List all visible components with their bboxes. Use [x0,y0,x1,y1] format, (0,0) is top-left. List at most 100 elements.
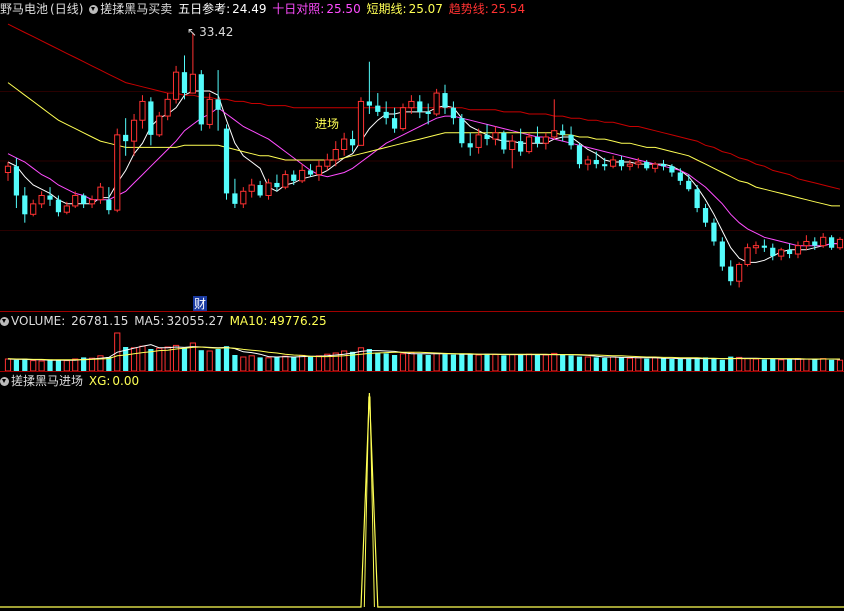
candle-99 [836,237,844,250]
ref5-value: 24.49 [232,2,267,16]
candle-body-2 [22,195,28,215]
candle-25 [215,70,221,131]
candle-body-32 [274,182,280,188]
candle-29 [248,178,255,198]
ref10-value: 25.50 [326,2,361,16]
volume-bar-3 [30,360,37,371]
candle-body-95 [803,240,810,247]
candle-64 [542,132,549,150]
candle-16 [139,95,146,129]
finance-marker[interactable]: 财 [193,296,208,312]
volume-bar-60 [509,354,516,371]
candle-47 [399,103,407,131]
volume-bar-51 [433,352,440,371]
volume-bar-53 [450,354,457,371]
candle-body-80 [677,172,683,181]
volume-bar-79 [669,359,675,371]
candle-body-45 [383,111,389,119]
candle-40 [341,132,348,156]
candle-body-24 [206,98,213,125]
candle-body-31 [265,182,272,196]
candle-body-22 [189,73,196,94]
candle-44 [375,93,381,117]
volume-bar-82 [694,357,700,371]
volume-bar-75 [635,357,642,371]
volume-bar-4 [38,360,45,371]
candle-68 [576,143,583,169]
volume-bar-95 [803,358,810,371]
volume-bar-28 [240,356,247,371]
volume-bar-72 [609,356,617,371]
short-value: 25.07 [408,2,443,16]
volume-bar-48 [408,352,415,371]
volume-bar-93 [786,359,793,371]
volume-bar-81 [686,359,692,371]
candle-67 [568,126,574,150]
volume-bar-88 [744,358,751,371]
volume-bar-91 [770,359,776,371]
xg-signal-line [0,392,844,608]
candlestick-chart[interactable] [0,0,844,311]
candle-97 [820,233,827,248]
stock-name[interactable]: 野马电池 [0,2,48,16]
volume-bar-27 [232,355,238,371]
indicator-name[interactable]: 搓揉黑马买卖 [100,2,172,16]
volume-bar-37 [315,355,323,371]
volume-chart[interactable] [0,311,844,371]
short-label: 短期线: [366,2,407,16]
candle-5 [47,187,53,206]
candle-body-86 [728,266,734,282]
candle-body-66 [560,130,566,135]
candle-body-23 [198,74,204,125]
candle-2 [22,187,28,223]
candle-body-70 [593,159,599,165]
period-label[interactable]: (日线) [50,2,83,16]
candle-body-33 [282,174,289,188]
candle-84 [711,218,717,246]
candle-93 [786,243,793,259]
candle-15 [130,113,138,156]
candle-55 [467,132,473,156]
volume-bar-33 [282,355,289,371]
candle-87 [736,262,743,288]
candle-10 [88,195,96,209]
candle-body-43 [366,101,372,106]
volume-bar-74 [626,357,634,371]
volume-bar-30 [257,357,263,371]
main-header: 野马电池 (日线) 搓揉黑马买卖 五日参考: 24.49 十日对照: 25.50 短期… [0,1,527,17]
candle-body-96 [812,241,818,246]
candle-body-27 [232,193,238,204]
volume-bar-24 [206,350,213,371]
candle-45 [383,101,389,125]
candle-17 [148,97,154,146]
entry-label: 进场 [315,117,340,131]
candle-35 [299,164,306,183]
volume-bar-56 [475,354,482,371]
signal-chart[interactable] [0,371,844,611]
candle-body-4 [38,194,45,205]
ma-line-2 [7,82,840,207]
candle-body-59 [501,132,507,150]
candle-body-3 [30,203,37,215]
indicator-menu-icon[interactable] [89,5,99,14]
trend-value: 25.54 [490,2,526,16]
candle-body-46 [391,118,398,129]
candle-body-38 [324,159,331,167]
candle-body-71 [602,164,608,167]
candle-body-55 [467,143,473,148]
candle-body-52 [442,93,448,108]
volume-bar-35 [299,354,306,371]
candle-body-81 [686,180,692,190]
candle-body-78 [660,164,667,167]
candle-21 [181,55,188,100]
candle-86 [728,260,734,286]
volume-bar-6 [55,360,62,371]
candle-body-8 [72,194,79,207]
volume-bar-10 [88,357,96,371]
candle-body-20 [172,71,180,100]
candle-body-18 [156,115,163,136]
volume-bar-31 [265,357,272,371]
volume-bar-62 [525,353,533,371]
candle-body-90 [761,245,767,248]
candle-11 [97,182,104,204]
